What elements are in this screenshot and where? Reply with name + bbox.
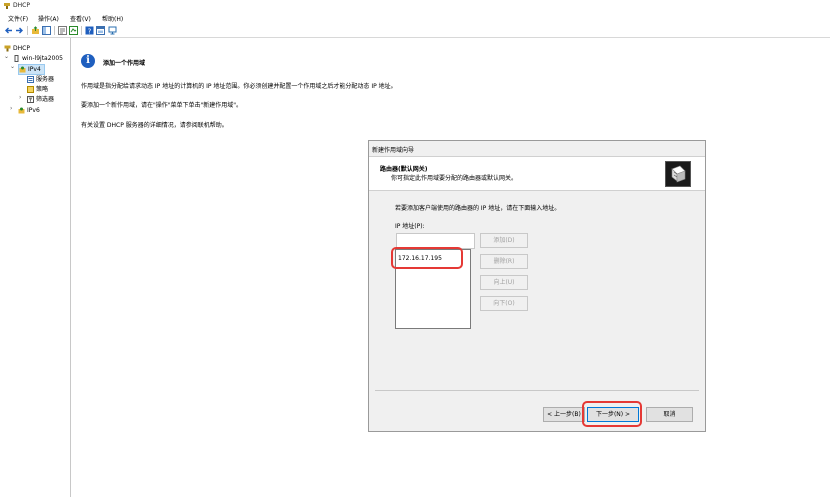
ipv4-icon — [19, 66, 26, 73]
title-bar: DHCP — [0, 0, 830, 12]
tree-label-ipv6: IPv6 — [27, 107, 40, 114]
back-button[interactable]: < 上一步(B) — [543, 407, 585, 422]
tree-label-filters: 筛选器 — [36, 96, 55, 103]
up-folder-icon[interactable] — [31, 26, 40, 35]
toolbar-divider — [27, 26, 28, 35]
properties-icon[interactable] — [96, 26, 105, 35]
tree-item-dhcp[interactable]: DHCP — [4, 44, 30, 53]
tree-item-ipv4[interactable]: IPv4 — [18, 64, 45, 75]
router-instruction: 若要添加客户端使用的路由器的 IP 地址，请在下面输入地址。 — [395, 205, 561, 212]
new-scope-wizard-dialog: 新建作用域向导 路由器(默认网关) 你可指定此作用域要分配的路由器或默认网关。 … — [368, 140, 706, 432]
tree-label-server: win-l9jta2005 — [22, 55, 63, 62]
remove-button[interactable]: 删除(R) — [480, 254, 528, 269]
window-title: DHCP — [13, 2, 30, 9]
svg-text:?: ? — [88, 27, 92, 35]
highlight-next-button — [582, 401, 642, 427]
chevron-down-icon[interactable]: ⌄ — [10, 63, 15, 70]
menu-action[interactable]: 操作(A) — [38, 14, 59, 23]
menu-bar: 文件(F) 操作(A) 查看(V) 帮助(H) — [0, 12, 830, 23]
forward-icon[interactable] — [15, 26, 24, 35]
dhcp-app-icon — [4, 3, 10, 9]
wizard-footer-divider — [375, 390, 699, 391]
server-icon[interactable] — [108, 26, 117, 35]
content-title: 添加一个作用域 — [103, 60, 146, 67]
highlight-ip-entry — [391, 247, 463, 269]
help-reference: 有关设置 DHCP 服务器的详细情况，请参阅联机帮助。 — [81, 122, 228, 129]
menu-view[interactable]: 查看(V) — [70, 14, 91, 23]
tree-label-dhcp: DHCP — [13, 45, 30, 52]
chevron-right-icon[interactable]: › — [19, 94, 21, 101]
tree-item-ipv6[interactable]: IPv6 — [18, 106, 40, 115]
policy-icon — [27, 86, 34, 93]
scope-description: 作用域是指分配给请求动态 IP 地址的计算机的 IP 地址范围。你必须创建并配置… — [81, 83, 397, 90]
console-tree: DHCP ⌄ win-l9jta2005 ⌄ IPv4 服务器 策略 › 筛选器… — [0, 38, 71, 497]
tree-label-server-options: 服务器 — [36, 76, 55, 83]
refresh-icon[interactable] — [58, 26, 67, 35]
menu-help[interactable]: 帮助(H) — [102, 14, 123, 23]
filter-icon — [27, 96, 34, 103]
wizard-header: 路由器(默认网关) 你可指定此作用域要分配的路由器或默认网关。 — [369, 156, 705, 191]
ipv6-icon — [18, 107, 25, 114]
wizard-page-subtitle: 你可指定此作用域要分配的路由器或默认网关。 — [391, 175, 518, 182]
wizard-title: 新建作用域向导 — [372, 147, 415, 154]
tree-label-ipv4: IPv4 — [28, 66, 41, 73]
cancel-button[interactable]: 取消 — [646, 407, 693, 422]
toolbar-divider — [54, 26, 55, 35]
tree-item-server[interactable]: win-l9jta2005 — [13, 54, 63, 63]
toolbar-divider — [81, 26, 82, 35]
help-icon[interactable]: ? — [85, 26, 94, 35]
chevron-down-icon[interactable]: ⌄ — [4, 53, 9, 60]
move-down-button[interactable]: 向下(O) — [480, 296, 528, 311]
wizard-router-icon — [665, 161, 691, 187]
back-icon[interactable] — [4, 26, 13, 35]
toolbar: ? — [0, 23, 830, 38]
tree-item-filters[interactable]: 筛选器 — [27, 95, 54, 104]
show-tree-icon[interactable] — [42, 26, 51, 35]
export-icon[interactable] — [69, 26, 78, 35]
menu-file[interactable]: 文件(F) — [8, 14, 28, 23]
tree-label-policies: 策略 — [36, 86, 49, 93]
move-up-button[interactable]: 向上(U) — [480, 275, 528, 290]
add-button[interactable]: 添加(D) — [480, 233, 528, 248]
wizard-page-title: 路由器(默认网关) — [380, 166, 428, 173]
ip-address-label: IP 地址(P): — [395, 223, 425, 230]
tree-item-policies[interactable]: 策略 — [27, 85, 48, 94]
chevron-right-icon[interactable]: › — [10, 105, 12, 112]
server-options-icon — [27, 76, 34, 83]
dhcp-icon — [4, 45, 11, 52]
server-tower-icon — [14, 55, 19, 62]
tree-item-server-options[interactable]: 服务器 — [27, 75, 54, 84]
info-icon: i — [81, 54, 95, 68]
add-scope-instruction: 要添加一个新作用域，请在"操作"菜单下单击"新建作用域"。 — [81, 102, 243, 109]
